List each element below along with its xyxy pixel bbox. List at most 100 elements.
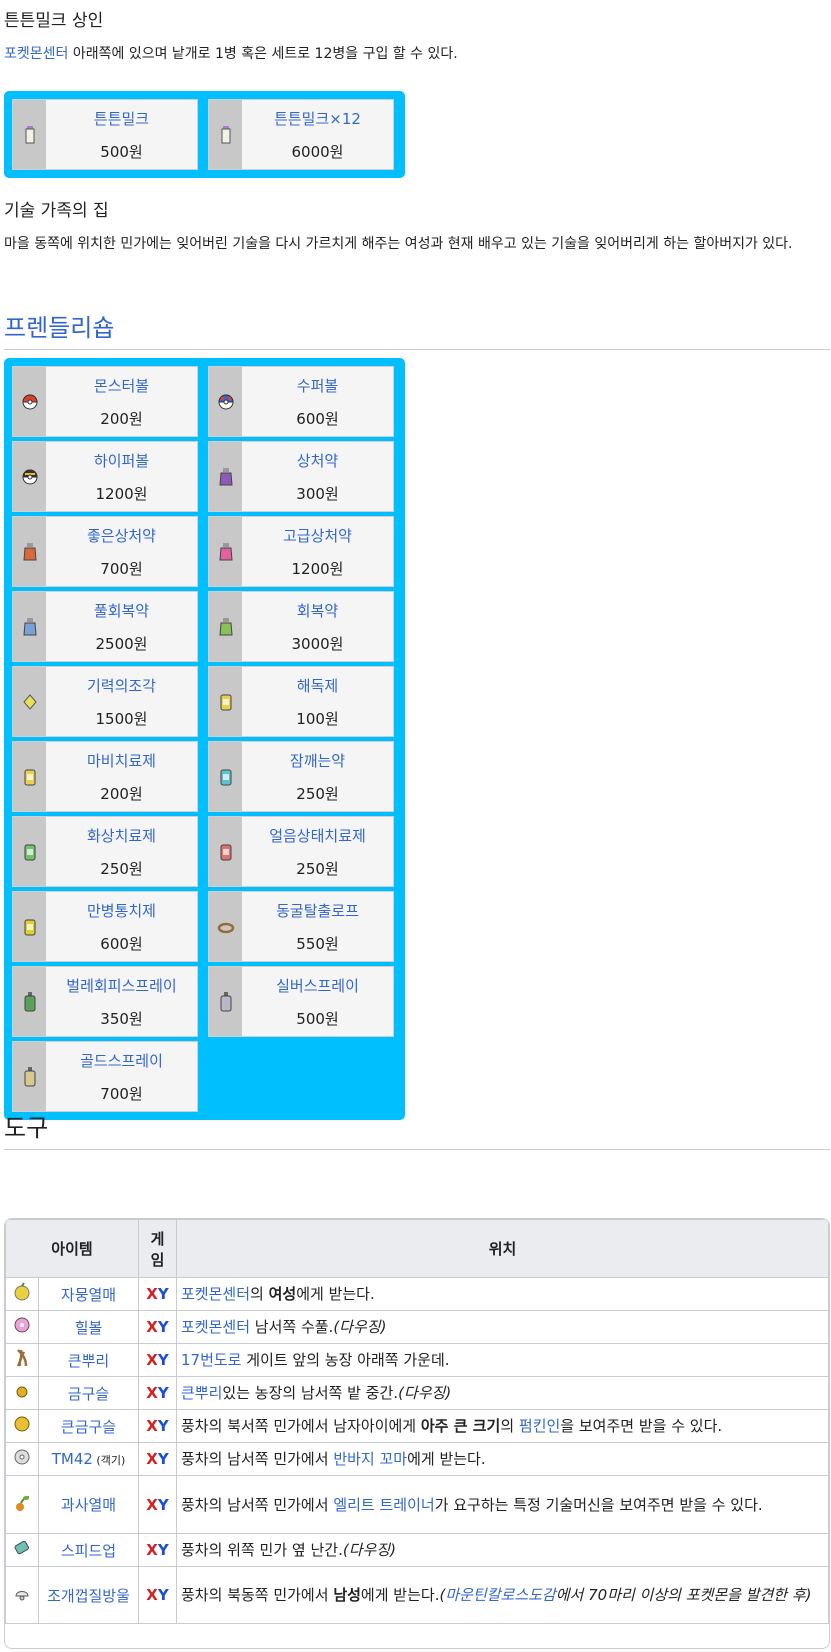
game-y-label: Y	[157, 1541, 169, 1559]
location-text: 의	[250, 1285, 269, 1303]
friendly-shop-row: 화상치료제 250원 얼음상태치료제 250원	[12, 816, 397, 887]
shell-bell-icon	[5, 1566, 39, 1624]
heal-ball-icon	[5, 1310, 39, 1344]
col-item-header: 아이템	[5, 1219, 139, 1278]
item-name-link[interactable]: 조개껍질방울	[47, 1587, 130, 1605]
shop-item: 회복약 3000원	[208, 591, 394, 662]
full-heal-icon	[13, 892, 46, 961]
shop-item-name-link[interactable]: 만병통치제	[87, 900, 156, 921]
shop-item: 수퍼볼 600원	[208, 366, 394, 437]
shop-item-name-link[interactable]: 골드스프레이	[80, 1050, 163, 1071]
game-version-cell: XY	[138, 1310, 177, 1344]
game-x-label: X	[146, 1384, 158, 1402]
shop-item-price: 100원	[296, 709, 339, 728]
location-text: 남성	[333, 1586, 361, 1604]
game-version-cell: XY	[138, 1409, 177, 1443]
friendly-shop-row: 벌레회피스프레이 350원 실버스프레이 500원	[12, 966, 397, 1037]
shop-item-name-link[interactable]: 좋은상처약	[87, 525, 156, 546]
location-text: 의	[500, 1417, 519, 1435]
location-link[interactable]: 마운틴칼로스도감	[445, 1586, 555, 1604]
game-version-cell: XY	[138, 1376, 177, 1410]
shop-item-name-link[interactable]: 풀회복약	[94, 600, 149, 621]
location-link[interactable]: 큰뿌리	[181, 1384, 222, 1402]
item-name-link[interactable]: 힐볼	[75, 1319, 103, 1337]
game-y-label: Y	[157, 1495, 169, 1514]
shop-item-name-link[interactable]: 기력의조각	[87, 675, 156, 696]
location-link[interactable]: 엘리트 트레이너	[333, 1496, 434, 1514]
table-row: 큰금구슬 XY 풍차의 북서쪽 민가에서 남자아이에게 아주 큰 크기의 펌킨인을 …	[5, 1409, 829, 1443]
game-y-label: Y	[157, 1586, 169, 1604]
milk-bottle-icon	[209, 100, 242, 169]
location-cell: 17번도로 게이트 앞의 농장 아래쪽 가운데.	[176, 1343, 829, 1377]
location-link[interactable]: 펌킨인	[519, 1417, 560, 1435]
shop-item-name-link[interactable]: 회복약	[297, 600, 338, 621]
shop-item-price: 2500원	[95, 634, 148, 653]
milk-merchant-heading: 튼튼밀크 상인	[4, 11, 104, 31]
friendly-shop-row: 마비치료제 200원 잠깨는약 250원	[12, 741, 397, 812]
location-text: 아주 큰 크기	[420, 1417, 501, 1435]
shop-item-price: 350원	[100, 1009, 143, 1028]
tools-table: 아이템 게임 위치 자뭉열매 XY 포켓몬센터의 여성에게 받는다. 힐볼 XY 포켓몬센…	[5, 1219, 829, 1624]
shop-item-name-link[interactable]: 수퍼볼	[297, 375, 338, 396]
shop-item: 해독제 100원	[208, 666, 394, 737]
item-name-link[interactable]: 자뭉열매	[61, 1286, 116, 1304]
item-name-cell: TM42 (객기)	[38, 1442, 139, 1476]
item-name-link[interactable]: 스피드업	[61, 1542, 116, 1560]
shop-item-info: 동굴탈출로프 550원	[242, 892, 393, 961]
location-text: 풍차의 북동쪽 민가에서	[181, 1586, 334, 1604]
shop-item-name-link[interactable]: 잠깨는약	[290, 750, 345, 771]
game-x-label: X	[146, 1351, 158, 1369]
col-location-header: 위치	[176, 1219, 829, 1278]
pokemon-center-link[interactable]: 포켓몬센터	[4, 46, 68, 62]
repel-icon	[13, 967, 46, 1036]
item-name-cell: 큰금구슬	[38, 1409, 139, 1443]
item-name-link[interactable]: 금구슬	[68, 1385, 109, 1403]
location-text: (다우징)	[342, 1541, 396, 1559]
shop-item-price: 600원	[296, 409, 339, 428]
shop-item-name-link[interactable]: 상처약	[297, 450, 338, 471]
location-link[interactable]: 포켓몬센터	[181, 1285, 250, 1303]
shop-item-name-link[interactable]: 화상치료제	[87, 825, 156, 846]
game-y-label: Y	[157, 1384, 169, 1402]
friendly-shop-panel: 몬스터볼 200원 수퍼볼 600원 하이퍼볼 1200원 상처약 300원 좋은상처약 700원…	[4, 358, 405, 1120]
shop-item-info: 실버스프레이 500원	[242, 967, 393, 1036]
location-text: 풍차의 남서쪽 민가에서	[181, 1495, 334, 1514]
tools-table-frame: 아이템 게임 위치 자뭉열매 XY 포켓몬센터의 여성에게 받는다. 힐볼 XY 포켓몬센…	[4, 1218, 830, 1649]
shop-item-price: 250원	[100, 859, 143, 878]
shop-item-name-link[interactable]: 마비치료제	[87, 750, 156, 771]
milk-merchant-description: 포켓몬센터 아래쪽에 있으며 낱개로 1병 혹은 세트로 12병을 구입 할 수…	[4, 46, 458, 62]
game-version-cell: XY	[138, 1442, 177, 1476]
shop-item-name-link[interactable]: 튼튼밀크	[94, 108, 149, 129]
shop-item-name-link[interactable]: 해독제	[297, 675, 338, 696]
game-version-cell: XY	[138, 1277, 177, 1311]
shop-item-name-link[interactable]: 벌레회피스프레이	[66, 975, 176, 996]
location-link[interactable]: 반바지 꼬마	[333, 1450, 407, 1468]
location-link[interactable]: 17번도로	[181, 1351, 242, 1369]
fruit-icon	[5, 1475, 39, 1534]
shop-item-name-link[interactable]: 고급상처약	[283, 525, 352, 546]
game-y-label: Y	[157, 1285, 169, 1303]
table-row: TM42 (객기) XY 풍차의 남서쪽 민가에서 반바지 꼬마에게 받는다.	[5, 1442, 829, 1476]
game-y-label: Y	[157, 1351, 169, 1369]
great-ball-icon	[209, 367, 242, 436]
shop-item-name-link[interactable]: 몬스터볼	[94, 375, 149, 396]
item-name-link[interactable]: 과사열매	[61, 1496, 116, 1514]
shop-item: 풀회복약 2500원	[12, 591, 198, 662]
location-link[interactable]: 포켓몬센터	[181, 1318, 250, 1336]
shop-item-price: 6000원	[291, 142, 344, 161]
poke-ball-icon	[13, 367, 46, 436]
shop-item-name-link[interactable]: 튼튼밀크×12	[274, 108, 361, 129]
game-version-cell: XY	[138, 1533, 177, 1567]
location-text: 있는 농장의 남서쪽 밭 중간.	[222, 1384, 399, 1402]
revive-icon	[13, 667, 46, 736]
shop-item-name-link[interactable]: 동굴탈출로프	[276, 900, 359, 921]
item-name-link[interactable]: TM42	[52, 1450, 93, 1468]
shop-item-price: 700원	[100, 559, 143, 578]
shop-item-name-link[interactable]: 얼음상태치료제	[269, 825, 366, 846]
location-text: 에서 70마리 이상의 포켓몬을 발견한 후)	[555, 1586, 812, 1604]
shop-item-name-link[interactable]: 실버스프레이	[276, 975, 359, 996]
shop-item: 만병통치제 600원	[12, 891, 198, 962]
shop-item-name-link[interactable]: 하이퍼볼	[94, 450, 149, 471]
item-name-link[interactable]: 큰뿌리	[68, 1352, 109, 1370]
item-name-link[interactable]: 큰금구슬	[61, 1418, 116, 1436]
